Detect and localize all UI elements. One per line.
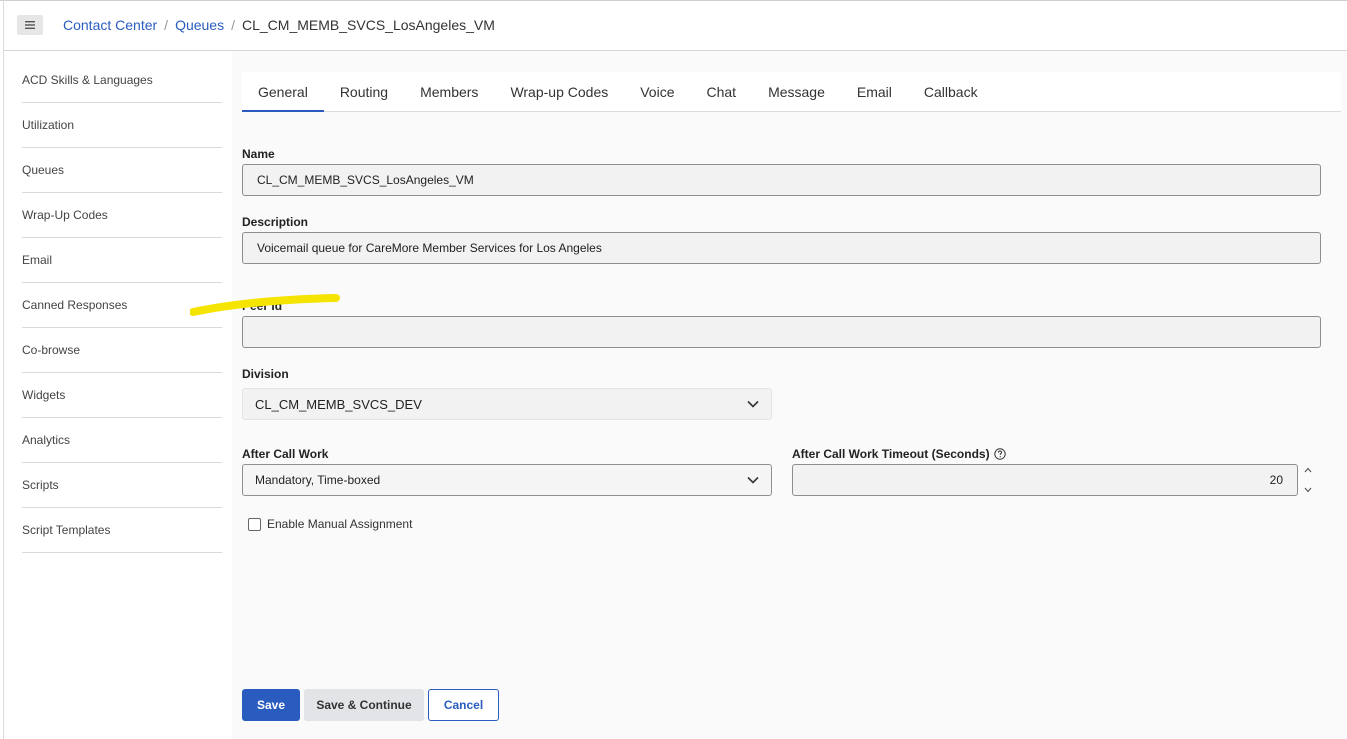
sidebar-item-label: Utilization [22,118,75,132]
sidebar-item-label: Canned Responses [22,298,128,312]
manual-assignment-row: Enable Manual Assignment [248,517,412,531]
breadcrumb-contact-center[interactable]: Contact Center [63,17,157,33]
chevron-up-icon[interactable] [1304,467,1312,473]
division-value: CL_CM_MEMB_SVCS_DEV [255,396,422,412]
name-input[interactable] [242,164,1321,196]
name-label: Name [242,147,275,161]
chevron-down-icon[interactable] [1304,487,1312,493]
sidebar-item-label: Script Templates [22,523,111,537]
after-call-work-label: After Call Work [242,447,329,461]
tab-wrap-up-codes[interactable]: Wrap-up Codes [494,72,624,111]
sidebar-item-utilization[interactable]: Utilization [22,103,222,148]
acw-timeout-input[interactable]: 20 [792,464,1298,496]
hamburger-icon [25,21,35,29]
sidebar-item-queues[interactable]: Queues [22,148,222,193]
breadcrumb-queues[interactable]: Queues [175,17,224,33]
sidebar-item-email[interactable]: Email [22,238,222,283]
peer-id-input[interactable] [242,316,1321,348]
breadcrumb: Contact Center / Queues / CL_CM_MEMB_SVC… [63,17,495,33]
tab-message[interactable]: Message [752,72,841,111]
division-label: Division [242,367,289,381]
sidebar-item-label: Scripts [22,478,59,492]
left-border [3,0,4,739]
manual-assignment-checkbox[interactable] [248,517,261,531]
acw-timeout-value: 20 [1269,473,1283,487]
save-continue-button[interactable]: Save & Continue [304,689,424,721]
sidebar-item-label: Queues [22,163,65,177]
description-label: Description [242,215,309,229]
sidebar-item-label: ACD Skills & Languages [22,73,153,87]
sidebar-item-wrap-up-codes[interactable]: Wrap-Up Codes [22,193,222,238]
sidebar-item-label: Analytics [22,433,71,447]
sidebar-item-label: Email [22,253,53,267]
breadcrumb-separator: / [231,17,235,33]
main-panel: General Routing Members Wrap-up Codes Vo… [232,51,1347,739]
chevron-down-icon [747,476,759,484]
description-input[interactable] [242,232,1321,264]
after-call-work-select[interactable]: Mandatory, Time-boxed [242,464,772,496]
sidebar-item-scripts[interactable]: Scripts [22,463,222,508]
sidebar-item-co-browse[interactable]: Co-browse [22,328,222,373]
acw-timeout-stepper[interactable] [1304,464,1316,496]
sidebar-item-acd-skills[interactable]: ACD Skills & Languages [22,58,222,103]
sidebar-item-label: Co-browse [22,343,81,357]
acw-timeout-label: After Call Work Timeout (Seconds) [792,447,990,461]
sidebar-item-label: Wrap-Up Codes [22,208,108,222]
help-circle-icon[interactable] [993,448,1006,460]
tab-voice[interactable]: Voice [624,72,690,111]
app-header: Contact Center / Queues / CL_CM_MEMB_SVC… [4,1,1347,51]
acw-timeout-label-wrap: After Call Work Timeout (Seconds) [792,447,1006,461]
highlighter-annotation [190,294,340,316]
tab-chat[interactable]: Chat [690,72,752,111]
after-call-work-value: Mandatory, Time-boxed [255,473,381,487]
tab-callback[interactable]: Callback [908,72,994,111]
save-button[interactable]: Save [242,689,300,721]
sidebar-item-label: Widgets [22,388,66,402]
tab-bar: General Routing Members Wrap-up Codes Vo… [242,72,1341,112]
sidebar-item-script-templates[interactable]: Script Templates [22,508,222,553]
chevron-down-icon [747,400,759,408]
tab-routing[interactable]: Routing [324,72,404,111]
sidebar-item-analytics[interactable]: Analytics [22,418,222,463]
sidebar-item-widgets[interactable]: Widgets [22,373,222,418]
tab-members[interactable]: Members [404,72,494,111]
manual-assignment-label: Enable Manual Assignment [267,517,413,531]
division-select[interactable]: CL_CM_MEMB_SVCS_DEV [242,388,772,420]
tab-general[interactable]: General [242,72,324,112]
menu-toggle-button[interactable] [17,15,43,35]
breadcrumb-separator: / [164,17,169,33]
breadcrumb-current: CL_CM_MEMB_SVCS_LosAngeles_VM [242,17,495,33]
tab-email[interactable]: Email [841,72,908,111]
cancel-button[interactable]: Cancel [428,689,499,721]
